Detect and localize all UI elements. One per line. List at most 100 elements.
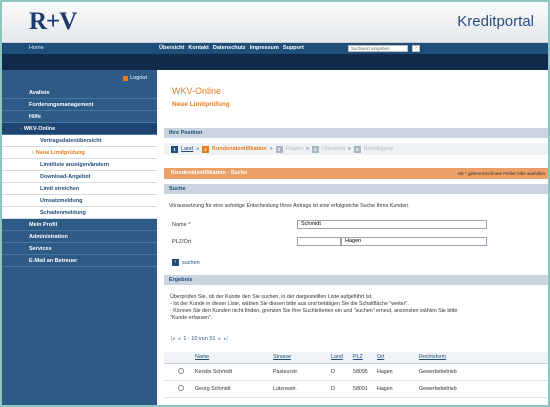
pagination: |◂ ◂ 1 - 10 von 51 ▸ ▸| <box>171 336 228 342</box>
step-separator: » <box>305 146 309 152</box>
table-cell: Hagen <box>374 363 416 381</box>
required-fields-note: mit * gekennzeichnete Felder bitte ausfü… <box>457 171 545 176</box>
next-page-icon[interactable]: ▸ <box>218 336 221 342</box>
table-cell: Lützowstr. <box>270 380 328 398</box>
sidebar-item-mein-profil[interactable]: Mein Profil <box>2 219 157 231</box>
sidebar-item-avalleis[interactable]: Avalleis <box>2 87 157 99</box>
column-header[interactable]: PLZ <box>350 352 374 364</box>
table-row[interactable]: Kerstin Schmidt Pasteurstr. D 58095 Hagen Gew… <box>164 363 548 381</box>
sidebar-item-hilfe[interactable]: Hilfe <box>2 111 157 123</box>
sidebar-item-label: Forderungsmanagement <box>29 102 94 108</box>
table-cell: Gewerbebetrieb <box>416 363 548 381</box>
table-cell: D <box>328 380 350 398</box>
sidebar-item-label: Avalleis <box>29 90 50 96</box>
instruction-line: - Ist der Kunde in dieser Liste, wählen … <box>170 301 409 307</box>
nav-link-uebersicht[interactable]: Übersicht <box>159 45 184 51</box>
step-label: Bestätigung <box>363 146 393 152</box>
logout-label: Logout <box>130 75 147 81</box>
plz-field[interactable] <box>297 237 341 246</box>
table-cell: 58091 <box>350 380 374 398</box>
step-number: 4 <box>311 145 319 153</box>
sidebar: Logout Avalleis Forderungsmanagement Hilfe… <box>2 70 157 405</box>
step-separator: » <box>196 146 200 152</box>
table-cell: Pasteurstr. <box>270 363 328 381</box>
sidebar-item-vertragsdatenübersicht[interactable]: Vertragsdatenübersicht <box>2 135 157 147</box>
rv-logo[interactable]: R+V <box>29 8 77 36</box>
search-button-label: suchen <box>182 259 200 266</box>
table-header-row: Name Strasse Land PLZ Ort Rechtsform <box>164 352 548 364</box>
sidebar-item-label: Limitliste anzeigen/ändern <box>40 162 110 168</box>
sidebar-item-label: Download-Angebot <box>40 174 91 180</box>
table-body: Kerstin Schmidt Pasteurstr. D 58095 Hagen Gew… <box>164 363 548 398</box>
sidebar-item-schadenmeldung[interactable]: Schadenmeldung <box>2 207 157 219</box>
nav-link-datenschutz[interactable]: Datenschutz <box>213 45 246 51</box>
page-title: WKV-Online <box>172 86 222 96</box>
first-page-icon[interactable]: |◂ <box>171 336 175 342</box>
suche-bar: Suche <box>164 184 548 194</box>
sidebar-item-limitliste-anzeigen-ändern[interactable]: Limitliste anzeigen/ändern <box>2 159 157 171</box>
step-label: Kundenidentifikation <box>212 146 267 152</box>
row-select-radio[interactable] <box>178 367 184 374</box>
nav-link-kontakt[interactable]: Kontakt <box>188 45 208 51</box>
page-subtitle: Neue Limitprüfung <box>172 101 230 108</box>
sidebar-item-administration[interactable]: Administration <box>2 231 157 243</box>
logout-icon <box>123 75 129 81</box>
sidebar-item-label: Services <box>29 246 52 252</box>
last-page-icon[interactable]: ▸| <box>224 336 228 342</box>
table-cell: Georg Schmidt <box>192 380 270 398</box>
row-select-radio[interactable] <box>178 384 184 391</box>
results-table: Name Strasse Land PLZ Ort Rechtsform Kerstin … <box>164 352 548 398</box>
step-number: 1 <box>171 145 178 153</box>
sidebar-item-label: Hilfe <box>29 114 41 120</box>
table-row[interactable]: Georg Schmidt Lützowstr. D 58091 Hagen Gewerb… <box>164 380 548 398</box>
step-label[interactable]: Land <box>181 146 193 152</box>
logout-link[interactable]: Logout <box>123 75 147 81</box>
portal-title: Kreditportal <box>457 13 534 30</box>
top-nav-bar: Home Übersicht Kontakt Datenschutz Impre… <box>2 43 548 54</box>
column-header[interactable]: Name <box>192 352 270 364</box>
search-input[interactable]: Suchwort eingeben <box>348 45 408 52</box>
page-header: R+V Kreditportal <box>2 2 548 43</box>
prev-page-icon[interactable]: ◂ <box>178 336 181 342</box>
sidebar-item-label: Schadenmeldung <box>40 210 86 216</box>
sidebar-item-label: Neue Limitprüfung <box>35 150 85 156</box>
sidebar-item-label: WKV-Online <box>23 126 56 132</box>
instruction-line: "Kunde erfassen". <box>170 315 213 321</box>
sidebar-item-neue-limitprüfung[interactable]: › Neue Limitprüfung <box>2 147 157 159</box>
sidebar-item-e-mail-an-betreuer[interactable]: E-Mail an Betreuer <box>2 255 157 267</box>
section-header: Kundenidentifikation - Suche mit * geken… <box>164 168 548 179</box>
sidebar-item-forderungsmanagement[interactable]: Forderungsmanagement <box>2 99 157 111</box>
main-content: WKV-Online Neue Limitprüfung Ihre Positi… <box>157 70 548 405</box>
nav-link-support[interactable]: Support <box>283 45 304 51</box>
sidebar-item-label: Umsatzmeldung <box>40 198 83 204</box>
ergebnis-bar: Ergebnis <box>164 275 548 285</box>
select-cell <box>164 363 192 381</box>
name-field[interactable]: Schmidt <box>297 220 487 229</box>
column-header[interactable]: Strasse <box>270 352 328 364</box>
instruction-line: - Können Sie den Kunden nicht finden, gr… <box>170 308 458 314</box>
sidebar-item-label: Limit streichen <box>40 186 80 192</box>
arrow-right-icon: › <box>20 126 22 132</box>
sidebar-item-services[interactable]: Services <box>2 243 157 255</box>
sidebar-item-limit-streichen[interactable]: Limit streichen <box>2 183 157 195</box>
sidebar-item-wkv-online[interactable]: › WKV-Online <box>2 123 157 135</box>
plz-ort-label: PLZ/Ort <box>172 239 192 245</box>
header-dark-strip <box>2 54 548 70</box>
sidebar-item-label: Administration <box>29 234 68 240</box>
arrow-right-icon: › <box>172 259 179 266</box>
nav-link-impressum[interactable]: Impressum <box>250 45 279 51</box>
column-header[interactable]: Land <box>328 352 350 364</box>
ort-field[interactable]: Hagen <box>341 237 487 246</box>
table-cell: 58095 <box>350 363 374 381</box>
section-header-title: Kundenidentifikation - Suche <box>171 170 248 176</box>
step-number: 2 <box>202 145 210 153</box>
search-button[interactable]: › suchen <box>172 259 200 266</box>
column-header[interactable]: Rechtsform <box>416 352 548 364</box>
sidebar-item-umsatzmeldung[interactable]: Umsatzmeldung <box>2 195 157 207</box>
column-header[interactable]: Ort <box>374 352 416 364</box>
search-go-button[interactable]: › <box>412 45 420 52</box>
sidebar-item-download-angebot[interactable]: Download-Angebot <box>2 171 157 183</box>
sidebar-item-label: Vertragsdatenübersicht <box>40 138 102 144</box>
step-number: 5 <box>353 145 361 153</box>
home-link[interactable]: Home <box>29 45 44 51</box>
